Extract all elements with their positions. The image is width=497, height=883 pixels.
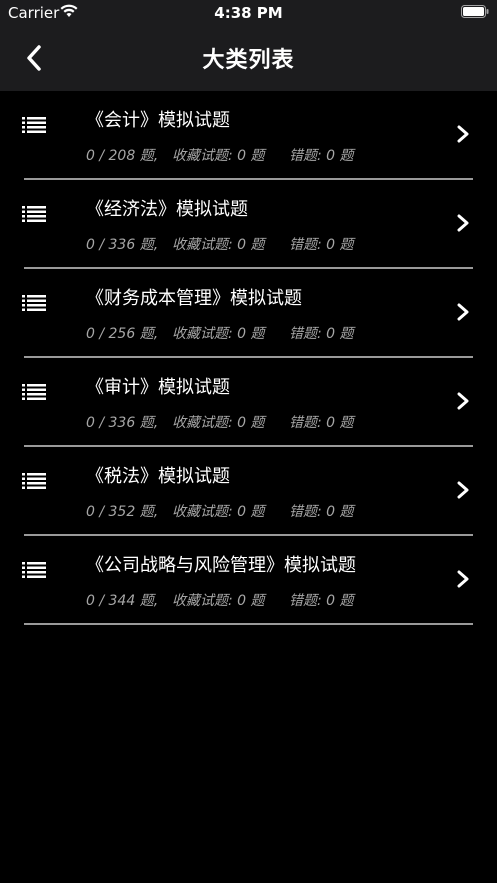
errors-count: 错题: 0 题	[289, 593, 354, 609]
progress-count: 0 / 336 题,	[86, 237, 159, 253]
list-icon	[22, 295, 46, 311]
favorites-count: 收藏试题: 0 题	[172, 326, 265, 342]
category-title: 《经济法》模拟试题	[86, 199, 248, 220]
category-stats: 0 / 256 题, 收藏试题: 0 题 错题: 0 题	[86, 323, 354, 343]
category-title: 《审计》模拟试题	[86, 377, 230, 398]
category-stats: 0 / 336 题, 收藏试题: 0 题 错题: 0 题	[86, 412, 354, 432]
errors-count: 错题: 0 题	[289, 504, 354, 520]
list-icon	[22, 117, 46, 133]
category-row[interactable]: 《会计》模拟试题 0 / 208 题, 收藏试题: 0 题 错题: 0 题	[0, 91, 497, 180]
category-stats: 0 / 352 题, 收藏试题: 0 题 错题: 0 题	[86, 501, 354, 521]
progress-count: 0 / 208 题,	[86, 148, 159, 164]
progress-count: 0 / 344 题,	[86, 593, 159, 609]
row-divider	[24, 623, 473, 625]
category-row[interactable]: 《审计》模拟试题 0 / 336 题, 收藏试题: 0 题 错题: 0 题	[0, 358, 497, 447]
errors-count: 错题: 0 题	[289, 237, 354, 253]
category-title: 《财务成本管理》模拟试题	[86, 288, 302, 309]
favorites-count: 收藏试题: 0 题	[172, 148, 265, 164]
favorites-count: 收藏试题: 0 题	[172, 593, 265, 609]
chevron-right-icon	[457, 214, 469, 232]
favorites-count: 收藏试题: 0 题	[172, 237, 265, 253]
progress-count: 0 / 336 题,	[86, 415, 159, 431]
errors-count: 错题: 0 题	[289, 415, 354, 431]
clock: 4:38 PM	[214, 4, 283, 22]
chevron-right-icon	[457, 303, 469, 321]
list-icon	[22, 562, 46, 578]
category-title: 《税法》模拟试题	[86, 466, 230, 487]
battery-icon	[461, 5, 489, 18]
page-title: 大类列表	[202, 48, 295, 73]
category-title: 《会计》模拟试题	[86, 110, 230, 131]
category-stats: 0 / 344 题, 收藏试题: 0 题 错题: 0 题	[86, 590, 354, 610]
category-row[interactable]: 《财务成本管理》模拟试题 0 / 256 题, 收藏试题: 0 题 错题: 0 题	[0, 269, 497, 358]
list-icon	[22, 206, 46, 222]
category-stats: 0 / 208 题, 收藏试题: 0 题 错题: 0 题	[86, 145, 354, 165]
category-stats: 0 / 336 题, 收藏试题: 0 题 错题: 0 题	[86, 234, 354, 254]
progress-count: 0 / 256 题,	[86, 326, 159, 342]
navigation-bar: 大类列表	[0, 26, 497, 91]
category-row[interactable]: 《经济法》模拟试题 0 / 336 题, 收藏试题: 0 题 错题: 0 题	[0, 180, 497, 269]
chevron-right-icon	[457, 125, 469, 143]
progress-count: 0 / 352 题,	[86, 504, 159, 520]
chevron-right-icon	[457, 570, 469, 588]
category-row[interactable]: 《公司战略与风险管理》模拟试题 0 / 344 题, 收藏试题: 0 题 错题: 0…	[0, 536, 497, 625]
errors-count: 错题: 0 题	[289, 148, 354, 164]
favorites-count: 收藏试题: 0 题	[172, 504, 265, 520]
chevron-right-icon	[457, 481, 469, 499]
status-bar: Carrier 4:38 PM	[0, 0, 497, 26]
favorites-count: 收藏试题: 0 题	[172, 415, 265, 431]
category-list: 《会计》模拟试题 0 / 208 题, 收藏试题: 0 题错题: 0 题 《经济法…	[0, 91, 497, 625]
errors-count: 错题: 0 题	[289, 326, 354, 342]
category-row[interactable]: 《税法》模拟试题 0 / 352 题, 收藏试题: 0 题 错题: 0 题	[0, 447, 497, 536]
chevron-right-icon	[457, 392, 469, 410]
category-title: 《公司战略与风险管理》模拟试题	[86, 555, 356, 576]
list-icon	[22, 473, 46, 489]
list-icon	[22, 384, 46, 400]
